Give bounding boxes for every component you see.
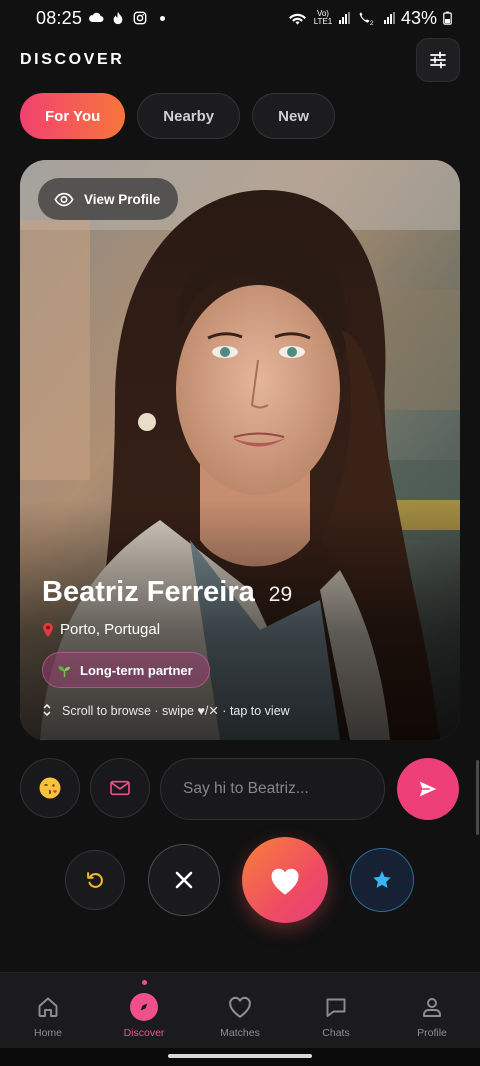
discover-tabs: For You Nearby New <box>20 93 335 139</box>
nav-profile[interactable]: Profile <box>384 973 480 1048</box>
network-label: Vo) LTE1 <box>313 9 333 26</box>
nav-matches[interactable]: Matches <box>192 973 288 1048</box>
nav-chats-label: Chats <box>322 1027 350 1039</box>
battery-icon <box>443 11 452 25</box>
tab-for-you[interactable]: For You <box>20 93 126 139</box>
send-button[interactable] <box>397 758 459 820</box>
user-icon-wrap <box>418 993 446 1021</box>
profile-age: 29 <box>268 583 293 606</box>
status-bar: 08:25 Vo) LTE1 2 43% <box>0 0 480 36</box>
nav-chats[interactable]: Chats <box>288 973 384 1048</box>
undo-icon <box>87 872 103 888</box>
goal-label: Long-term partner <box>80 662 193 678</box>
home-icon <box>38 997 58 1017</box>
pass-button[interactable] <box>148 844 220 916</box>
sliders-icon <box>430 51 446 69</box>
nav-profile-label: Profile <box>417 1027 447 1039</box>
instagram-icon <box>133 11 147 25</box>
close-icon <box>175 871 193 889</box>
kiss-emoji-button[interactable] <box>20 758 80 818</box>
user-icon <box>423 998 441 1017</box>
compass-icon-bg <box>130 993 158 1021</box>
svg-text:2: 2 <box>370 20 374 26</box>
active-indicator-dot <box>141 980 147 985</box>
signal-2-icon <box>383 12 395 24</box>
profile-card[interactable]: View Profile Beatriz Ferreira 29 Porto, … <box>20 160 460 740</box>
browse-hint: Scroll to browse · swipe ♥/✕ · tap to vi… <box>42 702 438 718</box>
kiss-emoji-icon <box>39 777 61 799</box>
name-row: Beatriz Ferreira 29 <box>42 576 438 609</box>
wifi-icon <box>289 13 306 25</box>
send-icon <box>419 781 437 797</box>
card-info: Beatriz Ferreira 29 Porto, Portugal Long… <box>42 576 438 718</box>
call-signal-icon: 2 <box>359 11 374 26</box>
view-profile-label: View Profile <box>84 191 161 207</box>
view-profile-button[interactable]: View Profile <box>38 178 179 220</box>
profile-name: Beatriz Ferreira <box>42 576 255 608</box>
star-icon <box>373 871 391 888</box>
home-icon-wrap <box>34 993 62 1021</box>
nav-discover-label: Discover <box>123 1027 165 1039</box>
pin-icon <box>43 622 53 637</box>
nav-discover[interactable]: Discover <box>96 973 192 1048</box>
compass-icon <box>140 1003 148 1011</box>
profile-location: Porto, Portugal <box>42 621 438 638</box>
cloud-icon <box>89 12 104 22</box>
battery-level: 43% <box>400 7 437 28</box>
signal-icon <box>338 12 350 24</box>
bottom-nav: Home Discover Matches Chats Profile <box>0 972 480 1048</box>
page-title: DISCOVER <box>20 51 125 68</box>
envelope-icon <box>110 780 130 796</box>
nav-home-label: Home <box>33 1027 62 1039</box>
chat-bubble-icon <box>326 998 346 1017</box>
chat-icon-wrap <box>322 993 350 1021</box>
chevron-up-down-icon <box>43 703 51 717</box>
gesture-bar <box>0 1048 480 1066</box>
browse-hint-text: Scroll to browse · swipe ♥/✕ · tap to vi… <box>62 703 290 718</box>
tab-nearby[interactable]: Nearby <box>137 93 241 139</box>
filter-button[interactable] <box>416 38 460 82</box>
nav-matches-label: Matches <box>220 1027 260 1039</box>
eye-icon <box>54 192 74 206</box>
status-left: 08:25 <box>36 7 166 29</box>
super-like-button[interactable] <box>350 848 414 912</box>
heart-outline-icon <box>229 996 251 1018</box>
quick-message-row <box>20 758 460 820</box>
nav-home[interactable]: Home <box>0 973 96 1048</box>
status-right: Vo) LTE1 2 43% <box>288 8 452 29</box>
undo-button[interactable] <box>65 850 125 910</box>
status-time: 08:25 <box>36 7 83 28</box>
flame-icon <box>113 11 123 25</box>
location-label: Porto, Portugal <box>60 621 161 638</box>
like-button[interactable] <box>242 837 328 923</box>
swipe-actions <box>0 837 480 927</box>
tab-new[interactable]: New <box>252 93 335 139</box>
header: DISCOVER <box>20 38 460 82</box>
message-input[interactable] <box>160 758 385 820</box>
scroll-indicator <box>476 760 479 835</box>
notification-dot <box>160 15 166 21</box>
heart-icon <box>271 868 299 895</box>
seedling-icon <box>58 665 71 677</box>
home-gesture-handle[interactable] <box>168 1054 312 1058</box>
envelope-button[interactable] <box>90 758 150 818</box>
heart-outline-icon-wrap <box>226 993 254 1021</box>
relationship-goal-badge: Long-term partner <box>42 652 210 688</box>
